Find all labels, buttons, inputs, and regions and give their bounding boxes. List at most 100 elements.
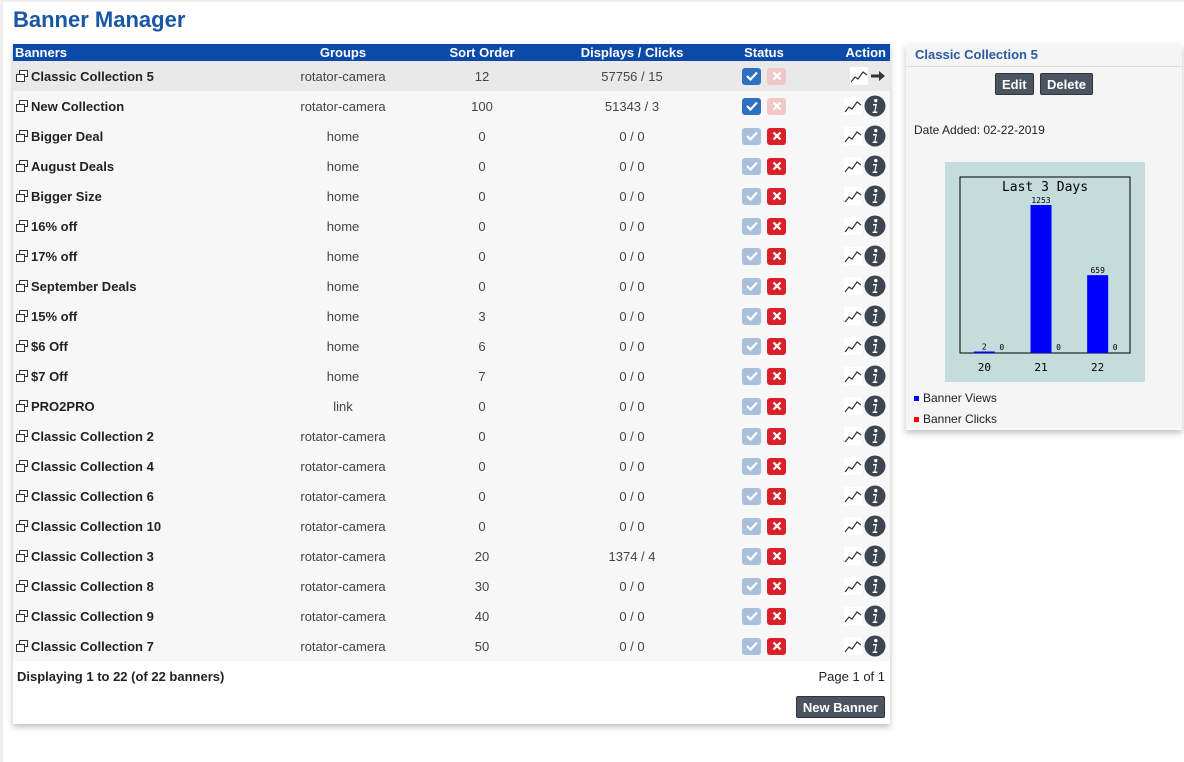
status-inactive-button[interactable]: [767, 397, 786, 415]
status-active-button[interactable]: [742, 217, 761, 235]
banner-name[interactable]: PRO2PRO: [13, 399, 263, 414]
table-row[interactable]: Classic Collection 4 rotator-camera 0 0 …: [13, 451, 890, 481]
status-inactive-button[interactable]: [767, 307, 786, 325]
status-inactive-button[interactable]: [767, 337, 786, 355]
popup-window-icon[interactable]: [15, 159, 29, 173]
banner-name[interactable]: Classic Collection 7: [13, 639, 263, 654]
status-active-button[interactable]: [742, 457, 761, 475]
info-icon[interactable]: [864, 215, 886, 237]
line-graph-icon[interactable]: [844, 277, 862, 295]
status-inactive-button[interactable]: [767, 577, 786, 595]
status-active-button[interactable]: [742, 307, 761, 325]
col-header-sort-order[interactable]: Sort Order: [423, 44, 541, 61]
banner-name[interactable]: 15% off: [13, 309, 263, 324]
status-active-button[interactable]: [742, 607, 761, 625]
status-inactive-button[interactable]: [767, 217, 786, 235]
info-icon[interactable]: [864, 305, 886, 327]
table-row[interactable]: $7 Off home 7 0 / 0: [13, 361, 890, 391]
banner-name[interactable]: New Collection: [13, 99, 263, 114]
popup-window-icon[interactable]: [15, 99, 29, 113]
status-active-button[interactable]: [742, 547, 761, 565]
info-icon[interactable]: [864, 605, 886, 627]
line-graph-icon[interactable]: [850, 67, 868, 85]
status-inactive-button[interactable]: [767, 67, 786, 85]
line-graph-icon[interactable]: [844, 427, 862, 445]
info-icon[interactable]: [864, 545, 886, 567]
banner-name[interactable]: Bigger Size: [13, 189, 263, 204]
popup-window-icon[interactable]: [15, 459, 29, 473]
table-row[interactable]: Classic Collection 2 rotator-camera 0 0 …: [13, 421, 890, 451]
line-graph-icon[interactable]: [844, 337, 862, 355]
banner-name[interactable]: Classic Collection 8: [13, 579, 263, 594]
popup-window-icon[interactable]: [15, 399, 29, 413]
banner-name[interactable]: $7 Off: [13, 369, 263, 384]
table-row[interactable]: September Deals home 0 0 / 0: [13, 271, 890, 301]
popup-window-icon[interactable]: [15, 129, 29, 143]
col-header-displays-clicks[interactable]: Displays / Clicks: [541, 44, 723, 61]
banner-name[interactable]: Classic Collection 2: [13, 429, 263, 444]
info-icon[interactable]: [864, 155, 886, 177]
line-graph-icon[interactable]: [844, 547, 862, 565]
edit-button[interactable]: Edit: [994, 73, 1034, 95]
status-active-button[interactable]: [742, 487, 761, 505]
info-icon[interactable]: [864, 635, 886, 657]
status-inactive-button[interactable]: [767, 367, 786, 385]
status-inactive-button[interactable]: [767, 427, 786, 445]
status-active-button[interactable]: [742, 157, 761, 175]
info-icon[interactable]: [864, 125, 886, 147]
col-header-banners[interactable]: Banners: [13, 44, 263, 61]
status-inactive-button[interactable]: [767, 127, 786, 145]
status-inactive-button[interactable]: [767, 607, 786, 625]
table-row[interactable]: August Deals home 0 0 / 0: [13, 151, 890, 181]
popup-window-icon[interactable]: [15, 429, 29, 443]
popup-window-icon[interactable]: [15, 549, 29, 563]
info-icon[interactable]: [864, 185, 886, 207]
popup-window-icon[interactable]: [15, 609, 29, 623]
popup-window-icon[interactable]: [15, 339, 29, 353]
line-graph-icon[interactable]: [844, 487, 862, 505]
popup-window-icon[interactable]: [15, 489, 29, 503]
status-inactive-button[interactable]: [767, 247, 786, 265]
popup-window-icon[interactable]: [15, 279, 29, 293]
new-banner-button[interactable]: New Banner: [795, 696, 885, 718]
status-active-button[interactable]: [742, 577, 761, 595]
arrow-right-icon[interactable]: [870, 68, 886, 84]
table-row[interactable]: Classic Collection 6 rotator-camera 0 0 …: [13, 481, 890, 511]
banner-name[interactable]: September Deals: [13, 279, 263, 294]
status-active-button[interactable]: [742, 427, 761, 445]
banner-name[interactable]: 16% off: [13, 219, 263, 234]
status-inactive-button[interactable]: [767, 487, 786, 505]
banner-name[interactable]: Classic Collection 4: [13, 459, 263, 474]
table-row[interactable]: Classic Collection 8 rotator-camera 30 0…: [13, 571, 890, 601]
status-inactive-button[interactable]: [767, 517, 786, 535]
line-graph-icon[interactable]: [844, 157, 862, 175]
banner-name[interactable]: $6 Off: [13, 339, 263, 354]
info-icon[interactable]: [864, 245, 886, 267]
line-graph-icon[interactable]: [844, 577, 862, 595]
table-row[interactable]: PRO2PRO link 0 0 / 0: [13, 391, 890, 421]
info-icon[interactable]: [864, 335, 886, 357]
status-inactive-button[interactable]: [767, 457, 786, 475]
info-icon[interactable]: [864, 365, 886, 387]
info-icon[interactable]: [864, 425, 886, 447]
line-graph-icon[interactable]: [844, 187, 862, 205]
table-row[interactable]: Bigger Size home 0 0 / 0: [13, 181, 890, 211]
popup-window-icon[interactable]: [15, 519, 29, 533]
info-icon[interactable]: [864, 95, 886, 117]
line-graph-icon[interactable]: [844, 637, 862, 655]
banner-name[interactable]: August Deals: [13, 159, 263, 174]
banner-name[interactable]: Classic Collection 6: [13, 489, 263, 504]
line-graph-icon[interactable]: [844, 217, 862, 235]
status-inactive-button[interactable]: [767, 187, 786, 205]
line-graph-icon[interactable]: [844, 397, 862, 415]
info-icon[interactable]: [864, 485, 886, 507]
table-row[interactable]: Classic Collection 7 rotator-camera 50 0…: [13, 631, 890, 661]
line-graph-icon[interactable]: [844, 517, 862, 535]
popup-window-icon[interactable]: [15, 369, 29, 383]
info-icon[interactable]: [864, 395, 886, 417]
status-inactive-button[interactable]: [767, 637, 786, 655]
table-row[interactable]: 15% off home 3 0 / 0: [13, 301, 890, 331]
popup-window-icon[interactable]: [15, 249, 29, 263]
status-inactive-button[interactable]: [767, 157, 786, 175]
table-row[interactable]: Classic Collection 10 rotator-camera 0 0…: [13, 511, 890, 541]
